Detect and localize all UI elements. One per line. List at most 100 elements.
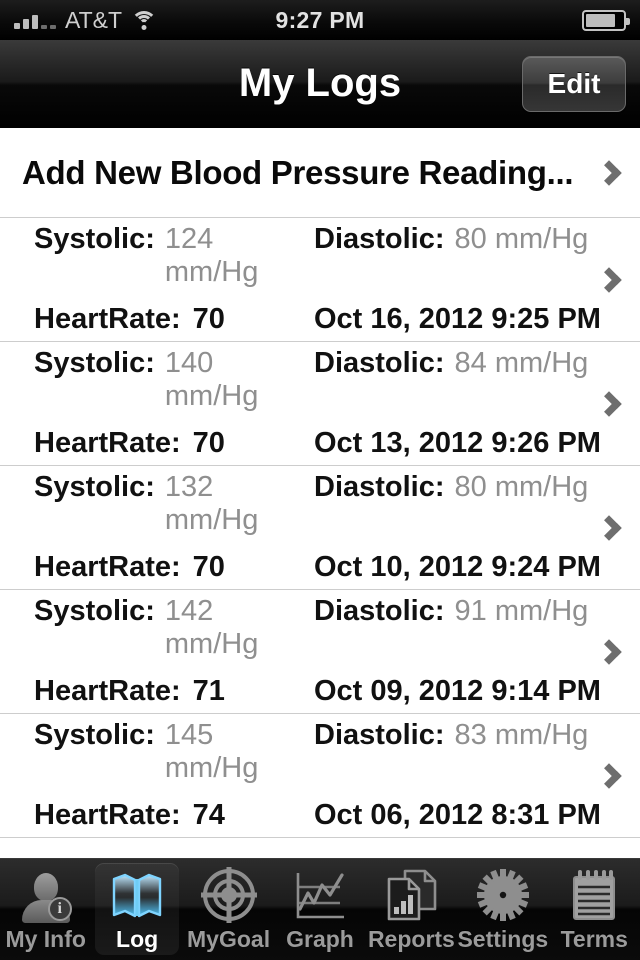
notepad-icon xyxy=(566,867,622,923)
documents-chart-icon xyxy=(383,867,439,923)
status-bar: AT&T 9:27 PM xyxy=(0,0,640,40)
person-info-icon: i xyxy=(18,867,74,923)
tab-label-reports: Reports xyxy=(367,925,455,952)
tab-my-goal[interactable]: MyGoal xyxy=(183,859,274,960)
diastolic-label: Diastolic: xyxy=(314,595,445,627)
diastolic-label: Diastolic: xyxy=(314,347,445,379)
reading-line-pressure: Systolic: 124 mm/Hg Diastolic: 80 mm/Hg xyxy=(34,223,620,289)
reading-datetime: Oct 10, 2012 9:24 PM xyxy=(314,551,601,583)
diastolic-value: 80 mm/Hg xyxy=(454,471,589,503)
heartrate-label: HeartRate: xyxy=(34,427,181,459)
heartrate-value: 71 xyxy=(192,675,225,707)
diastolic-cell: Diastolic: 80 mm/Hg xyxy=(314,223,588,256)
edit-button[interactable]: Edit xyxy=(522,55,626,112)
add-new-reading-label: Add New Blood Pressure Reading... xyxy=(22,153,574,191)
diastolic-label: Diastolic: xyxy=(314,719,445,751)
readings-container: Systolic: 124 mm/Hg Diastolic: 80 mm/Hg … xyxy=(0,218,640,838)
diastolic-value: 91 mm/Hg xyxy=(454,595,589,627)
reading-line-heartrate: HeartRate: 70 Oct 13, 2012 9:26 PM xyxy=(34,427,620,460)
heartrate-value: 70 xyxy=(192,303,225,335)
logs-list[interactable]: Add New Blood Pressure Reading... Systol… xyxy=(0,128,640,858)
gear-icon xyxy=(475,867,531,923)
reading-line-pressure: Systolic: 142 mm/Hg Diastolic: 91 mm/Hg xyxy=(34,595,620,661)
status-bar-right xyxy=(582,9,630,31)
heartrate-cell: HeartRate: 70 xyxy=(34,551,314,584)
diastolic-cell: Diastolic: 80 mm/Hg xyxy=(314,471,588,504)
heartrate-label: HeartRate: xyxy=(34,675,181,707)
systolic-value: 142 mm/Hg xyxy=(164,595,259,660)
battery-icon xyxy=(582,9,630,31)
reading-line-pressure: Systolic: 145 mm/Hg Diastolic: 83 mm/Hg xyxy=(34,719,620,785)
reading-line-pressure: Systolic: 140 mm/Hg Diastolic: 84 mm/Hg xyxy=(34,347,620,413)
systolic-cell: Systolic: 132 mm/Hg xyxy=(34,471,314,537)
systolic-label: Systolic: xyxy=(34,471,155,503)
datetime-cell: Oct 06, 2012 8:31 PM xyxy=(314,799,601,832)
systolic-label: Systolic: xyxy=(34,595,155,627)
tab-reports[interactable]: Reports xyxy=(366,859,457,960)
systolic-cell: Systolic: 142 mm/Hg xyxy=(34,595,314,661)
heartrate-label: HeartRate: xyxy=(34,799,181,831)
tab-bar[interactable]: i My Info Log MyGoal Graph Reports Setti… xyxy=(0,858,640,960)
datetime-cell: Oct 09, 2012 9:14 PM xyxy=(314,675,601,708)
systolic-label: Systolic: xyxy=(34,347,155,379)
diastolic-value: 80 mm/Hg xyxy=(454,223,589,255)
systolic-label: Systolic: xyxy=(34,719,155,751)
page-title: My Logs xyxy=(238,61,402,105)
signal-strength-icon xyxy=(14,11,56,29)
datetime-cell: Oct 16, 2012 9:25 PM xyxy=(314,303,601,336)
tab-graph[interactable]: Graph xyxy=(274,859,365,960)
add-new-reading-row[interactable]: Add New Blood Pressure Reading... xyxy=(0,128,640,218)
diastolic-label: Diastolic: xyxy=(314,471,445,503)
reading-datetime: Oct 09, 2012 9:14 PM xyxy=(314,675,601,707)
tab-my-info[interactable]: i My Info xyxy=(0,859,91,960)
open-book-icon xyxy=(109,867,165,923)
tab-label-graph: Graph xyxy=(286,925,354,952)
tab-label-terms: Terms xyxy=(560,925,628,952)
heartrate-cell: HeartRate: 74 xyxy=(34,799,314,832)
heartrate-cell: HeartRate: 70 xyxy=(34,303,314,336)
tab-settings[interactable]: Settings xyxy=(457,859,548,960)
chevron-right-icon xyxy=(596,159,622,186)
reading-line-heartrate: HeartRate: 70 Oct 10, 2012 9:24 PM xyxy=(34,551,620,584)
tab-terms[interactable]: Terms xyxy=(549,859,640,960)
navigation-bar: My Logs Edit xyxy=(0,40,640,128)
tab-label-my-goal: MyGoal xyxy=(187,925,271,952)
systolic-value: 140 mm/Hg xyxy=(164,347,259,412)
systolic-cell: Systolic: 140 mm/Hg xyxy=(34,347,314,413)
tab-log[interactable]: Log xyxy=(91,859,182,960)
reading-line-heartrate: HeartRate: 70 Oct 16, 2012 9:25 PM xyxy=(34,303,620,336)
table-row[interactable]: Systolic: 140 mm/Hg Diastolic: 84 mm/Hg … xyxy=(0,342,640,466)
tab-label-settings: Settings xyxy=(457,925,549,952)
heartrate-label: HeartRate: xyxy=(34,303,181,335)
systolic-label: Systolic: xyxy=(34,223,155,255)
reading-datetime: Oct 13, 2012 9:26 PM xyxy=(314,427,601,459)
reading-line-pressure: Systolic: 132 mm/Hg Diastolic: 80 mm/Hg xyxy=(34,471,620,537)
target-icon xyxy=(200,866,257,923)
line-chart-icon xyxy=(292,867,348,923)
diastolic-cell: Diastolic: 83 mm/Hg xyxy=(314,719,588,752)
systolic-cell: Systolic: 145 mm/Hg xyxy=(34,719,314,785)
heartrate-cell: HeartRate: 71 xyxy=(34,675,314,708)
list-partial-row xyxy=(0,838,640,858)
datetime-cell: Oct 13, 2012 9:26 PM xyxy=(314,427,601,460)
table-row[interactable]: Systolic: 145 mm/Hg Diastolic: 83 mm/Hg … xyxy=(0,714,640,838)
table-row[interactable]: Systolic: 142 mm/Hg Diastolic: 91 mm/Hg … xyxy=(0,590,640,714)
reading-datetime: Oct 16, 2012 9:25 PM xyxy=(314,303,601,335)
systolic-value: 145 mm/Hg xyxy=(164,719,259,784)
status-bar-left: AT&T xyxy=(14,7,158,34)
diastolic-cell: Diastolic: 91 mm/Hg xyxy=(314,595,588,628)
table-row[interactable]: Systolic: 124 mm/Hg Diastolic: 80 mm/Hg … xyxy=(0,218,640,342)
table-row[interactable]: Systolic: 132 mm/Hg Diastolic: 80 mm/Hg … xyxy=(0,466,640,590)
tab-label-log: Log xyxy=(116,925,159,952)
reading-line-heartrate: HeartRate: 71 Oct 09, 2012 9:14 PM xyxy=(34,675,620,708)
diastolic-value: 84 mm/Hg xyxy=(454,347,589,379)
datetime-cell: Oct 10, 2012 9:24 PM xyxy=(314,551,601,584)
diastolic-cell: Diastolic: 84 mm/Hg xyxy=(314,347,588,380)
diastolic-value: 83 mm/Hg xyxy=(454,719,589,751)
systolic-value: 124 mm/Hg xyxy=(164,223,259,288)
heartrate-value: 70 xyxy=(192,427,225,459)
heartrate-label: HeartRate: xyxy=(34,551,181,583)
diastolic-label: Diastolic: xyxy=(314,223,445,255)
tab-label-my-info: My Info xyxy=(5,925,86,952)
systolic-cell: Systolic: 124 mm/Hg xyxy=(34,223,314,289)
